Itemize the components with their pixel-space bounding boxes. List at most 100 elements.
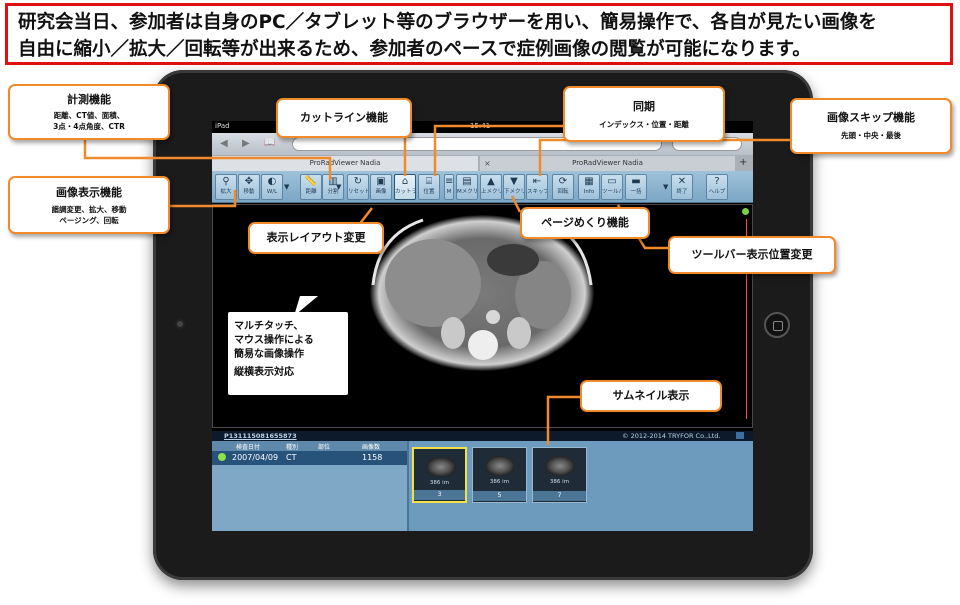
callout-sync-sub1: インデックス・位置・距離: [599, 120, 689, 129]
toolbar-button-batch[interactable]: ▬ 一括: [625, 174, 647, 200]
move-icon: ✥: [244, 176, 254, 187]
m-page-icon: ▤: [462, 176, 472, 187]
toolbar-button-m-page[interactable]: ▤ Mメクリ: [456, 174, 478, 200]
col-region: 部位: [318, 444, 331, 451]
thumbnail-number: 7: [533, 491, 586, 501]
banner-line-1: 研究会当日、参加者は自身のPC／タブレット等のブラウザーを用い、簡易操作で、各自…: [18, 12, 877, 33]
study-row[interactable]: 2007/04/09 CT 1158: [212, 451, 407, 465]
toolbar-button-menu[interactable]: ≡ M: [444, 174, 454, 200]
toolbar-button-label: 距離: [305, 189, 317, 195]
toolbar-button-label: リセット: [348, 189, 368, 195]
batch-icon: ▬: [631, 176, 641, 187]
toolbar-button-label: ヘルプ: [708, 189, 726, 195]
status-indicator: [742, 208, 749, 215]
toolbar-button-info[interactable]: ▦ Info: [578, 174, 600, 200]
dropdown-arrow-icon[interactable]: ▼: [336, 183, 341, 191]
minimize-icon[interactable]: [736, 432, 744, 439]
bookmarks-icon[interactable]: 📖: [264, 138, 275, 148]
thumbnail-size: 386 im: [549, 479, 570, 485]
callout-toolbar-position-title: ツールバー表示位置変更: [691, 248, 813, 261]
toolbar-button-page-up[interactable]: ▲ 上メクリ: [480, 174, 502, 200]
toolbar-button-label: 画像: [375, 189, 387, 195]
toolbar-button-page-down[interactable]: ▼ 下メクリ: [503, 174, 525, 200]
thumbnail-image: [545, 456, 575, 476]
dropdown-arrow-icon[interactable]: ▼: [663, 183, 668, 191]
series-panel: 検査日付 種別 部位 画像数 2007/04/09 CT 1158 386 im…: [212, 441, 753, 531]
dropdown-arrow-icon[interactable]: ▼: [284, 183, 289, 191]
position-icon: ⌸: [426, 176, 432, 187]
toolbar-button-label: W/L: [266, 189, 278, 195]
toolbar-button-window-level[interactable]: ◐ W/L: [261, 174, 283, 200]
patient-id[interactable]: P131115081655873: [224, 432, 297, 440]
toolbar-button-label: 回転: [557, 189, 569, 195]
callout-display-sub2: ページング、回転: [59, 216, 119, 225]
toolbar-button-label: 拡大: [220, 189, 232, 195]
toolbar-button-rotate[interactable]: ⟳ 回転: [552, 174, 574, 200]
toolbar-button-reset[interactable]: ↻ リセット: [347, 174, 369, 200]
distance-icon: 📏: [304, 176, 318, 187]
toolbar-button-move[interactable]: ✥ 移動: [238, 174, 260, 200]
tab-proradviewer-2[interactable]: × ProRadViewer Nadia: [480, 156, 735, 171]
callout-display-sub1: 諧調変更、拡大、移動: [51, 205, 127, 214]
add-tab-icon[interactable]: +: [739, 157, 747, 168]
toolbar-button-label: Mメクリ: [457, 189, 477, 195]
toolbar-button-position[interactable]: ⌸ 位置: [418, 174, 440, 200]
thumbnail-number: 3: [414, 490, 465, 500]
thumbnail[interactable]: 386 im 5: [472, 447, 527, 503]
speech-line-2: マウス操作による: [234, 335, 314, 346]
toolbar-button-label: 位置: [423, 189, 435, 195]
callout-sync-title: 同期: [633, 100, 655, 113]
image-icon: ▣: [376, 176, 386, 187]
close-icon: ✕: [677, 176, 687, 187]
toolbar-button-toolbar[interactable]: ▭ ツールバー: [601, 174, 623, 200]
camera-icon: [175, 319, 185, 329]
toolbar-button-skip[interactable]: ⇤ スキップ: [526, 174, 548, 200]
carrier-label: iPad: [215, 122, 230, 130]
col-count: 画像数: [362, 444, 381, 451]
rotate-icon: ⟳: [558, 176, 568, 187]
reset-icon: ↻: [353, 176, 363, 187]
toolbar-button-help[interactable]: ? ヘルプ: [706, 174, 728, 200]
series-header: P131115081655873 © 2012-2014 TRYFOR Co.,…: [212, 431, 753, 441]
study-list: 検査日付 種別 部位 画像数 2007/04/09 CT 1158: [212, 441, 409, 531]
touch-info-bubble: マルチタッチ、 マウス操作による 簡易な画像操作 縦横表示対応: [228, 312, 348, 395]
study-status-icon: [218, 453, 226, 461]
window-level-icon: ◐: [267, 176, 277, 187]
callout-measure-sub1: 距離、CT値、面積、: [53, 111, 125, 120]
thumbnail[interactable]: 386 im 3: [412, 447, 467, 503]
callout-layout: 表示レイアウト変更: [248, 222, 384, 254]
callout-measure: 計測機能 距離、CT値、面積、 3点・4点角度、CTR: [8, 84, 170, 140]
study-count: 1158: [362, 453, 383, 462]
skip-icon: ⇤: [532, 176, 542, 187]
back-icon[interactable]: ◀: [220, 138, 228, 149]
col-modality: 種別: [286, 444, 299, 451]
ct-aorta: [486, 310, 500, 324]
toolbar-button-label: スキップ: [527, 189, 547, 195]
tab-proradviewer-1[interactable]: ProRadViewer Nadia: [212, 156, 478, 171]
thumbnail[interactable]: 386 im 7: [532, 447, 587, 503]
toolbar-button-label: 終了: [676, 189, 688, 195]
callout-paging: ページめくり機能: [520, 207, 650, 239]
banner-line-2: 自由に縮小／拡大／回転等が出来るため、参加者のペースで症例画像の閲覧が可能になり…: [18, 39, 811, 60]
cutline-icon: ⌂: [401, 176, 409, 187]
forward-icon[interactable]: ▶: [242, 138, 250, 149]
toolbar-button-cutline[interactable]: ⌂ カットライン: [394, 174, 416, 200]
callout-paging-title: ページめくり機能: [541, 216, 629, 229]
toolbar-button-label: 移動: [243, 189, 255, 195]
toolbar-button-image[interactable]: ▣ 画像: [370, 174, 392, 200]
toolbar-button-close[interactable]: ✕ 終了: [671, 174, 693, 200]
ct-liver: [385, 239, 481, 327]
callout-thumbnail-title: サムネイル表示: [612, 389, 690, 402]
toolbar-button-distance[interactable]: 📏 距離: [300, 174, 322, 200]
menu-icon: ≡: [445, 176, 454, 187]
close-tab-icon[interactable]: ×: [484, 156, 491, 171]
toolbar-button-magnify[interactable]: ⚲ 拡大: [215, 174, 237, 200]
thumbnail-size: 386 im: [489, 479, 510, 485]
page-down-icon: ▼: [510, 176, 518, 187]
toolbar-button-label: カットライン: [395, 189, 415, 195]
thumbnail-number: 5: [473, 491, 526, 501]
page-up-icon: ▲: [487, 176, 495, 187]
clock: 15:41: [470, 122, 491, 130]
magnify-icon: ⚲: [222, 176, 230, 187]
home-button[interactable]: [764, 312, 790, 338]
